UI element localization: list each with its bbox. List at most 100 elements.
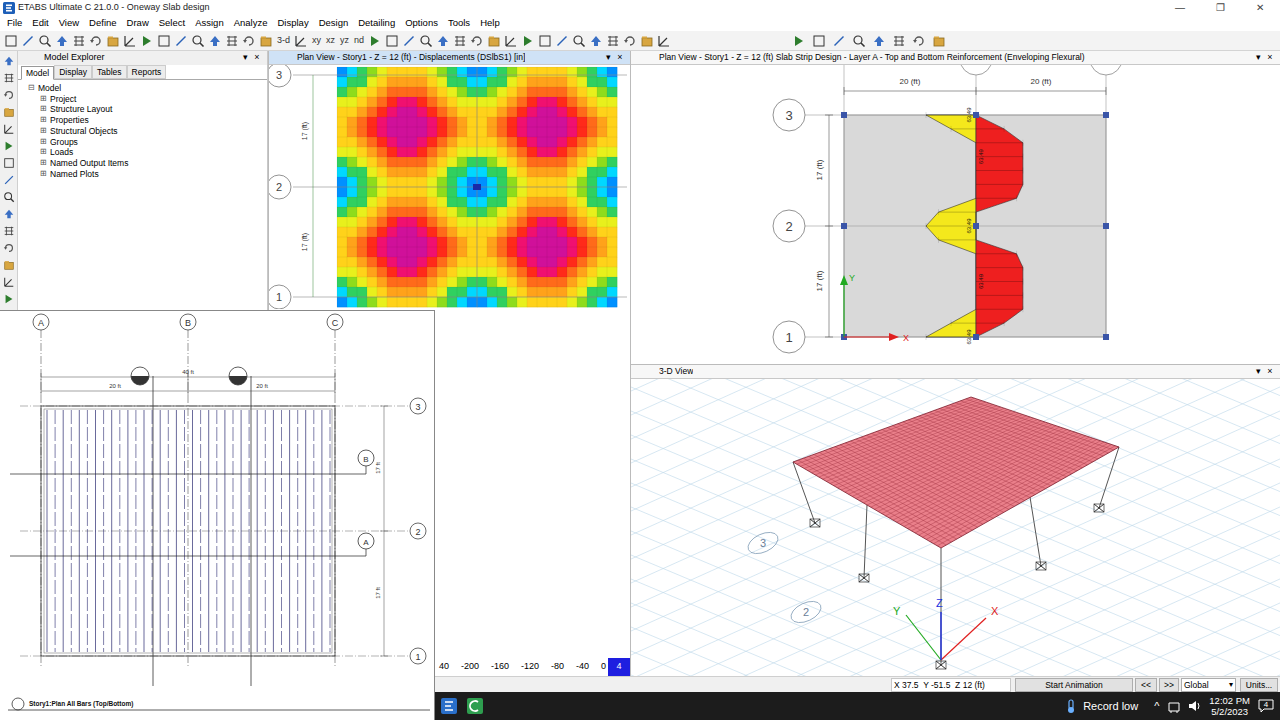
tool-icon[interactable]: [140, 34, 154, 48]
tool-icon[interactable]: [640, 34, 654, 48]
tree-item[interactable]: ⊞Properties: [26, 115, 267, 126]
tool-icon[interactable]: [606, 34, 620, 48]
tree-item[interactable]: ⊟Model: [26, 83, 267, 94]
tree-item[interactable]: ⊞Structure Layout: [26, 104, 267, 115]
menu-item[interactable]: View: [54, 16, 84, 30]
expander[interactable]: ⊞: [38, 104, 48, 115]
tool-icon[interactable]: [3, 72, 15, 84]
menu-item[interactable]: Display: [272, 16, 313, 30]
tool-icon[interactable]: [623, 34, 637, 48]
view-button[interactable]: xy: [311, 34, 322, 48]
tool-icon[interactable]: [504, 34, 518, 48]
view-button[interactable]: 3-d: [276, 34, 291, 48]
menu-item[interactable]: Assign: [190, 16, 229, 30]
view-button[interactable]: yz: [339, 34, 350, 48]
tool-icon[interactable]: [3, 208, 15, 220]
explorer-tab[interactable]: Tables: [92, 65, 127, 79]
tool-icon[interactable]: [4, 34, 18, 48]
expander[interactable]: ⊞: [38, 137, 48, 148]
tray-arrow[interactable]: ^: [1154, 698, 1159, 715]
tool-icon[interactable]: [402, 34, 416, 48]
tool-icon[interactable]: [225, 34, 239, 48]
clock[interactable]: 12:02 PM5/2/2023: [1209, 695, 1250, 717]
view-header[interactable]: Plan View - Story1 - Z = 12 (ft) Slab St…: [631, 51, 1280, 65]
tool-icon[interactable]: [259, 34, 273, 48]
tool-icon[interactable]: [792, 34, 806, 48]
tool-icon[interactable]: [436, 34, 450, 48]
tool-icon[interactable]: [872, 34, 886, 48]
menu-item[interactable]: Help: [475, 16, 505, 30]
tool-icon[interactable]: [242, 34, 256, 48]
units-button[interactable]: Units...: [1240, 678, 1278, 692]
cad-app-icon[interactable]: [466, 697, 484, 715]
tool-icon[interactable]: [832, 34, 846, 48]
coordinate-system-select[interactable]: Global▾: [1181, 678, 1236, 692]
tool-icon[interactable]: [208, 34, 222, 48]
menu-item[interactable]: Detailing: [353, 16, 400, 30]
window-control[interactable]: ❐: [1200, 0, 1240, 16]
expander[interactable]: ⊞: [38, 126, 48, 137]
expander[interactable]: ⊟: [26, 83, 36, 94]
previous-button[interactable]: <<: [1135, 678, 1157, 692]
tool-icon[interactable]: [3, 157, 15, 169]
tool-icon[interactable]: [3, 225, 15, 237]
start-animation-button[interactable]: Start Animation: [1015, 678, 1133, 692]
tool-icon[interactable]: [589, 34, 603, 48]
tool-icon[interactable]: [157, 34, 171, 48]
panel-control[interactable]: ▾: [1252, 365, 1264, 379]
panel-control[interactable]: ▾: [1252, 51, 1264, 65]
notifications-button[interactable]: 4: [1258, 698, 1274, 714]
tool-icon[interactable]: [555, 34, 569, 48]
menu-item[interactable]: Design: [314, 16, 354, 30]
tool-icon[interactable]: [812, 34, 826, 48]
tool-icon[interactable]: [657, 34, 671, 48]
tool-icon[interactable]: [932, 34, 946, 48]
tool-icon[interactable]: [3, 89, 15, 101]
expander[interactable]: ⊞: [38, 94, 48, 105]
etabs-app-icon[interactable]: [440, 697, 458, 715]
tool-icon[interactable]: [72, 34, 86, 48]
menu-item[interactable]: Select: [154, 16, 190, 30]
tool-icon[interactable]: [55, 34, 69, 48]
tool-icon[interactable]: [3, 191, 15, 203]
tool-icon[interactable]: [191, 34, 205, 48]
tree-item[interactable]: ⊞Project: [26, 94, 267, 105]
menu-item[interactable]: Options: [400, 16, 443, 30]
tree-item[interactable]: ⊞Structural Objects: [26, 126, 267, 137]
tool-icon[interactable]: [912, 34, 926, 48]
tool-icon[interactable]: [487, 34, 501, 48]
tool-icon[interactable]: [3, 55, 15, 67]
tool-icon[interactable]: [294, 34, 308, 48]
tool-icon[interactable]: [3, 242, 15, 254]
window-control[interactable]: —: [1160, 0, 1200, 16]
expander[interactable]: ⊞: [38, 115, 48, 126]
panel-control[interactable]: ×: [614, 51, 626, 65]
tool-icon[interactable]: [419, 34, 433, 48]
weather-text[interactable]: Record low: [1083, 698, 1138, 715]
tool-icon[interactable]: [174, 34, 188, 48]
tool-icon[interactable]: [538, 34, 552, 48]
menu-item[interactable]: Define: [84, 16, 121, 30]
tool-icon[interactable]: [453, 34, 467, 48]
tool-icon[interactable]: [38, 34, 52, 48]
tool-icon[interactable]: [892, 34, 906, 48]
tool-icon[interactable]: [3, 259, 15, 271]
view-header[interactable]: Plan View - Story1 - Z = 12 (ft) - Displ…: [269, 51, 630, 65]
expander[interactable]: ⊞: [38, 147, 48, 158]
tool-icon[interactable]: [3, 174, 15, 186]
menu-item[interactable]: Analyze: [229, 16, 273, 30]
tree-item[interactable]: ⊞Groups: [26, 137, 267, 148]
tool-icon[interactable]: [21, 34, 35, 48]
menu-item[interactable]: File: [2, 16, 27, 30]
panel-control[interactable]: ×: [1264, 51, 1276, 65]
expander[interactable]: ⊞: [38, 158, 48, 169]
menu-item[interactable]: Draw: [122, 16, 154, 30]
tree-item[interactable]: ⊞Named Plots: [26, 169, 267, 180]
panel-control[interactable]: ×: [1264, 365, 1276, 379]
tree-item[interactable]: ⊞Named Output Items: [26, 158, 267, 169]
panel-control[interactable]: ▾: [602, 51, 614, 65]
network-icon[interactable]: [1167, 699, 1181, 713]
expander[interactable]: ⊞: [38, 169, 48, 180]
tree-item[interactable]: ⊞Loads: [26, 147, 267, 158]
explorer-tab[interactable]: Model: [21, 66, 54, 80]
